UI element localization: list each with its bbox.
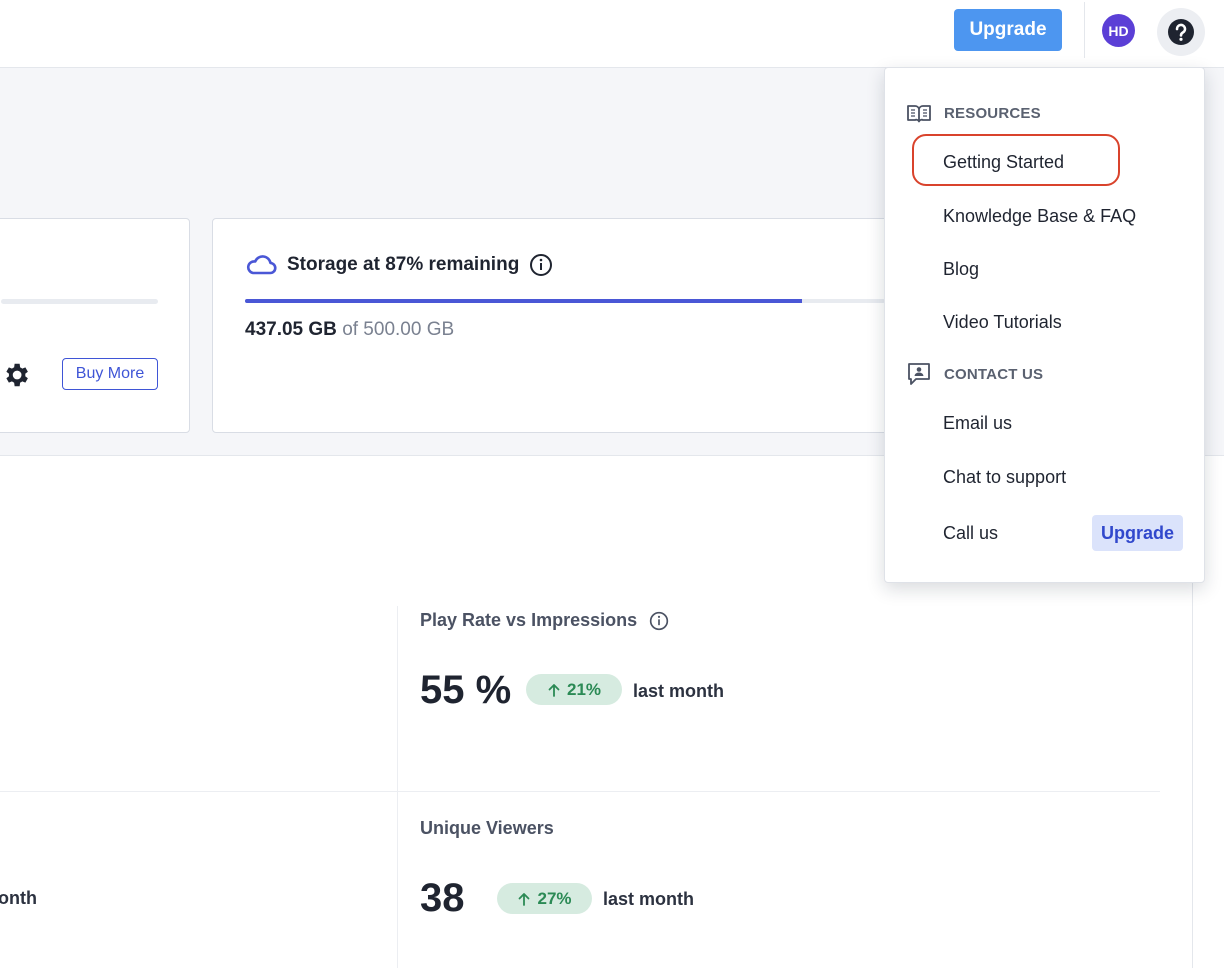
chat-person-icon xyxy=(908,363,930,385)
info-icon[interactable] xyxy=(649,611,669,631)
contact-heading: CONTACT US xyxy=(906,362,1043,386)
avatar[interactable]: HD xyxy=(1102,14,1135,47)
book-open-icon xyxy=(907,105,931,123)
unique-viewers-change: 27% xyxy=(537,888,572,908)
arrow-up-icon xyxy=(548,683,560,697)
storage-progress-fill xyxy=(245,299,802,303)
storage-total: of 500.00 GB xyxy=(342,319,455,340)
header-divider xyxy=(1084,2,1085,58)
unique-viewers-value: 38 xyxy=(420,876,465,920)
menu-item-chat-support[interactable]: Chat to support xyxy=(943,467,1066,488)
help-button[interactable] xyxy=(1157,8,1205,56)
unique-viewers-change-badge: 27% xyxy=(497,883,592,914)
buy-more-button[interactable]: Buy More xyxy=(62,358,158,390)
storage-title: Storage at 87% remaining xyxy=(287,254,520,275)
play-rate-label: Play Rate vs Impressions xyxy=(420,610,669,631)
unique-viewers-label: Unique Viewers xyxy=(420,818,554,839)
plan-card: Buy More xyxy=(0,218,190,433)
play-rate-title: Play Rate vs Impressions xyxy=(420,610,638,630)
gear-icon[interactable] xyxy=(1,360,31,390)
unique-viewers-title: Unique Viewers xyxy=(420,818,554,838)
menu-item-blog[interactable]: Blog xyxy=(943,259,979,280)
play-rate-change-badge: 21% xyxy=(526,674,622,705)
play-rate-value: 55 % xyxy=(420,668,512,712)
info-icon[interactable] xyxy=(529,253,553,277)
resources-heading-label: RESOURCES xyxy=(944,104,1041,122)
menu-item-knowledge-base[interactable]: Knowledge Base & FAQ xyxy=(943,206,1136,227)
unique-viewers-period: last month xyxy=(603,889,695,909)
resources-heading: RESOURCES xyxy=(906,103,1041,123)
storage-amount: 437.05 GB of 500.00 GB xyxy=(245,319,454,341)
menu-item-call-us[interactable]: Call us xyxy=(943,523,998,544)
metrics-row-divider xyxy=(0,791,1160,792)
storage-header: Storage at 87% remaining xyxy=(245,253,553,277)
question-circle-icon xyxy=(1168,19,1194,45)
menu-item-email-us[interactable]: Email us xyxy=(943,413,1012,434)
play-rate-period: last month xyxy=(633,681,725,701)
metrics-column-divider xyxy=(397,606,398,968)
plan-usage-bar xyxy=(1,299,158,304)
menu-item-video-tutorials[interactable]: Video Tutorials xyxy=(943,312,1062,333)
left-period-fragment: onth xyxy=(0,888,37,908)
cloud-icon xyxy=(246,255,277,275)
menu-item-getting-started[interactable]: Getting Started xyxy=(943,152,1064,173)
storage-used: 437.05 GB xyxy=(245,319,337,340)
play-rate-change: 21% xyxy=(566,679,602,699)
storage-progress-bar xyxy=(245,299,885,303)
call-upgrade-badge[interactable]: Upgrade xyxy=(1092,515,1183,551)
arrow-up-icon xyxy=(519,892,530,906)
top-bar: Upgrade HD xyxy=(0,0,1224,68)
help-menu: RESOURCES Getting Started Knowledge Base… xyxy=(884,67,1205,583)
upgrade-button[interactable]: Upgrade xyxy=(954,9,1062,51)
storage-card: Storage at 87% remaining 437.05 GB of 50… xyxy=(212,218,912,433)
contact-heading-label: CONTACT US xyxy=(944,365,1044,383)
